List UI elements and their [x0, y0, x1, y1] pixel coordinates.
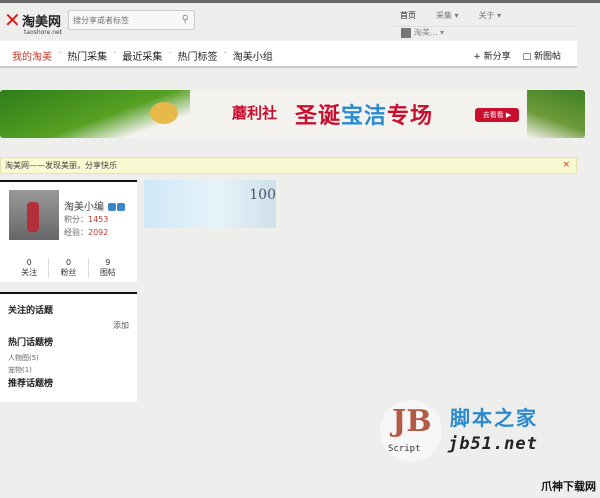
profile-avatar[interactable]: [9, 190, 59, 240]
new-post-button[interactable]: □ 新图帖: [523, 49, 561, 62]
close-icon[interactable]: ×: [562, 158, 570, 173]
topic-item[interactable]: 人物图(5): [8, 352, 129, 364]
site-logo[interactable]: ✕ 淘美网 taoshore.net: [4, 8, 66, 36]
search-icon[interactable]: ⚲: [182, 14, 189, 25]
new-share-button[interactable]: + 新分享: [473, 49, 510, 62]
watermark-cn: 脚本之家: [450, 406, 538, 430]
notice-text: 淘美网——发现美丽，分享快乐: [5, 161, 117, 170]
search-input[interactable]: [69, 11, 169, 29]
count-following[interactable]: 0 关注: [10, 258, 50, 278]
profile-counts: 0 关注 0 粉丝 9 图帖: [10, 258, 127, 278]
bell-image: [150, 102, 178, 124]
topic-item[interactable]: 宠物(1): [8, 364, 129, 376]
banner-title: 圣诞宝洁专场: [295, 104, 434, 129]
recommended-topics-heading: 推荐话题榜: [8, 379, 54, 389]
user-menu[interactable]: 淘美... ▾: [401, 27, 444, 38]
logo-domain: taoshore.net: [24, 29, 63, 36]
profile-card: 淘美小编 积分：1453 经验：2092 0 关注 0 粉丝 9 图帖: [0, 180, 137, 282]
corner-watermark: 爪神下载网: [541, 480, 596, 493]
profile-points: 积分：1453: [64, 215, 109, 224]
badge-icon: [108, 203, 117, 211]
top-link-about[interactable]: 关于 ▾: [479, 10, 502, 26]
holly-image: [527, 90, 585, 138]
add-topic-link[interactable]: 添加: [8, 320, 129, 331]
watermark-logo: JB Script 脚本之家 jb51.net: [372, 398, 582, 463]
top-link-collect[interactable]: 采集 ▾: [436, 10, 459, 26]
logo-name: 淘美网: [22, 15, 62, 30]
hot-topics-heading: 热门话题榜: [8, 338, 54, 348]
count-posts[interactable]: 9 图帖: [89, 258, 127, 278]
banner-go-button[interactable]: 去看看 ▶: [475, 108, 519, 122]
followed-topics-heading: 关注的话题: [8, 306, 54, 316]
top-links: 首页 采集 ▾ 关于 ▾: [392, 10, 577, 27]
profile-name[interactable]: 淘美小编: [64, 198, 126, 213]
nav-recent-collect[interactable]: 最近采集: [122, 48, 162, 63]
search-box: ⚲: [68, 10, 195, 30]
profile-exp: 经验：2092: [64, 228, 109, 237]
count-followers[interactable]: 0 粉丝: [49, 258, 89, 278]
ad-image[interactable]: 100: [144, 180, 276, 228]
watermark-jb: JB: [392, 404, 432, 439]
notice-bar: 淘美网——发现美丽，分享快乐 ×: [0, 157, 577, 174]
top-link-home[interactable]: 首页: [400, 10, 416, 26]
user-avatar: [401, 27, 411, 38]
main-nav: 我的淘美 · 热门采集 · 最近采集 · 热门标签 · 淘美小组 + 新分享 □ 新图帖: [0, 41, 577, 68]
banner-brand: 蘑利社: [232, 104, 278, 122]
logo-mark-icon: ✕: [4, 8, 21, 32]
ad-text: 100: [249, 187, 276, 203]
top-border: [0, 0, 600, 3]
christmas-banner[interactable]: 蘑利社 圣诞宝洁专场 去看看 ▶: [0, 90, 585, 138]
nav-hot-collect[interactable]: 热门采集: [67, 48, 107, 63]
watermark-script: Script: [388, 444, 421, 454]
user-name: 淘美... ▾: [414, 28, 445, 37]
nav-my-taomei[interactable]: 我的淘美: [12, 48, 52, 63]
topics-card: 关注的话题 添加 热门话题榜 人物图(5) 宠物(1) 推荐话题榜: [0, 292, 137, 402]
badge-icon: [117, 203, 126, 211]
watermark-en: jb51.net: [448, 434, 538, 454]
nav-groups[interactable]: 淘美小组: [233, 48, 273, 63]
nav-hot-tags[interactable]: 热门标签: [178, 48, 218, 63]
